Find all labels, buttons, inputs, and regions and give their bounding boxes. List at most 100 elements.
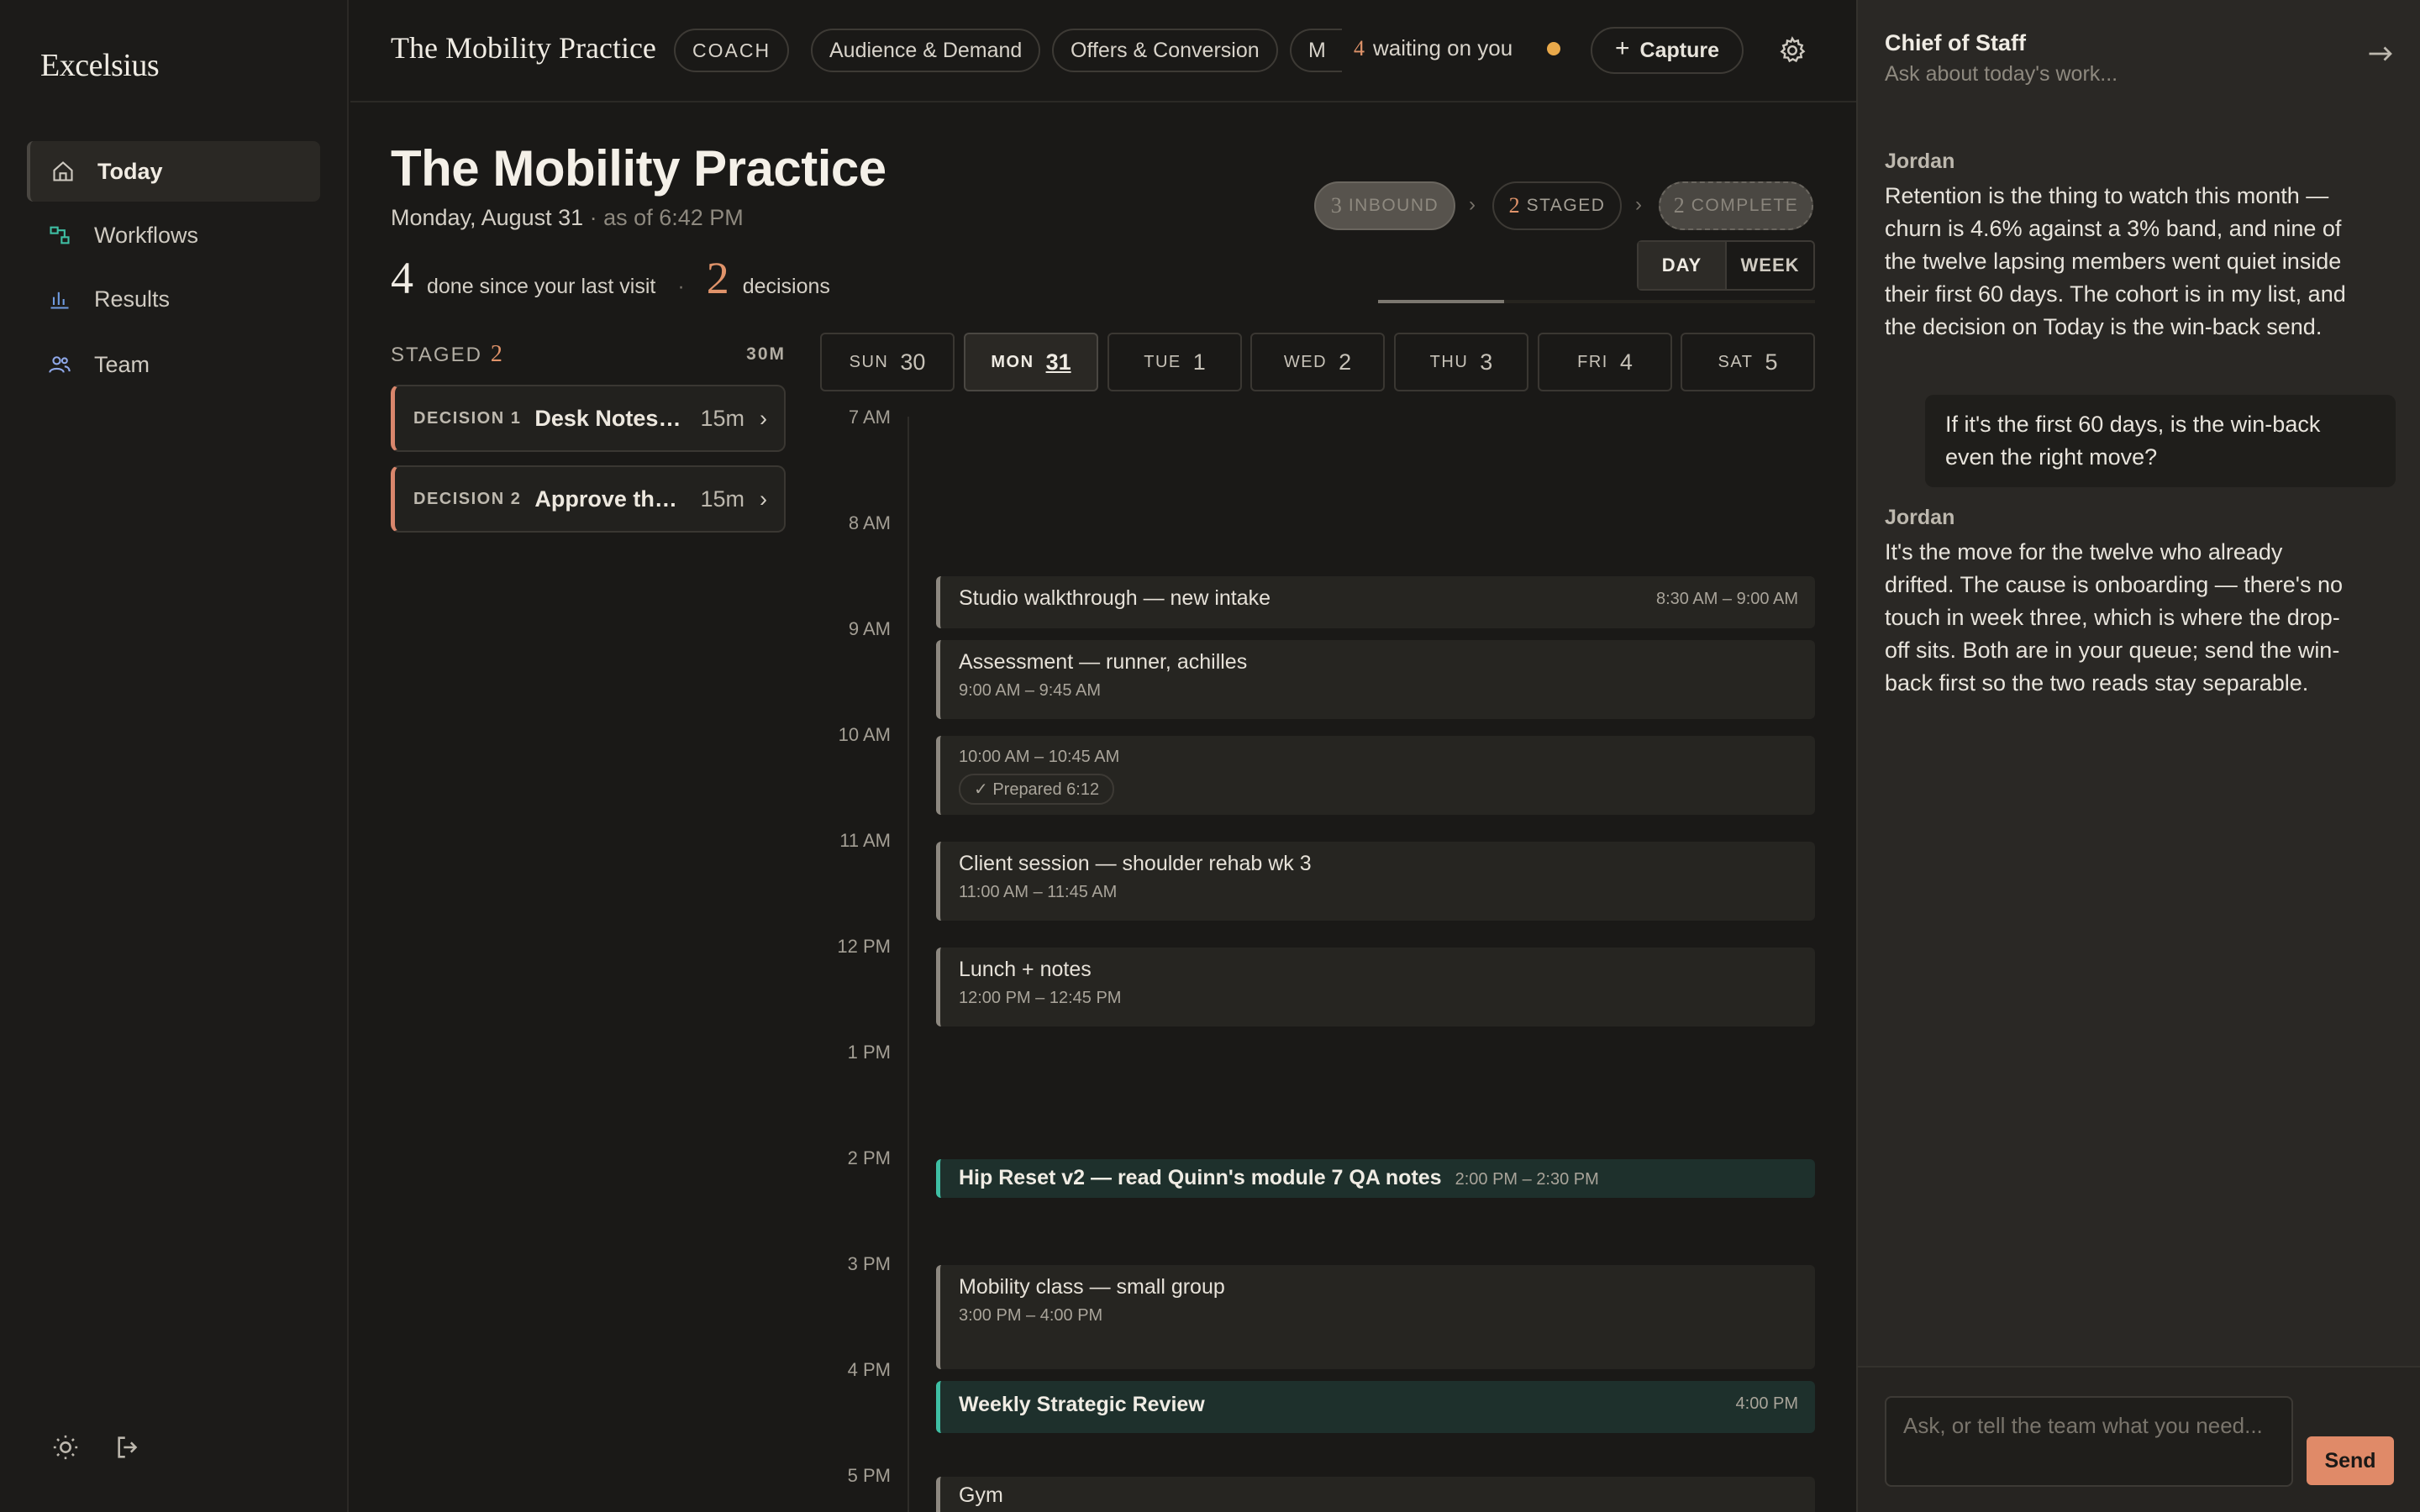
day-thu[interactable]: THU 3 — [1394, 333, 1528, 391]
day-mon[interactable]: MON 31 — [964, 333, 1098, 391]
time-axis — [908, 417, 909, 1512]
logout-icon[interactable] — [114, 1433, 143, 1462]
calendar-event[interactable]: Assessment — runner, achilles 9:00 AM – … — [936, 640, 1815, 719]
send-button[interactable]: Send — [2307, 1436, 2394, 1485]
hour-label: 3 PM — [847, 1253, 891, 1274]
day-wed[interactable]: WED 2 — [1250, 333, 1385, 391]
event-title: Lunch + notes — [959, 958, 1092, 981]
sun-icon[interactable] — [51, 1433, 80, 1462]
decision-duration: 15m — [700, 405, 744, 431]
hour-label: 4 PM — [847, 1359, 891, 1380]
sidebar-item-team[interactable]: Team — [27, 334, 320, 395]
event-time: 4:00 PM — [1735, 1394, 1798, 1413]
status-dot — [1547, 42, 1560, 55]
progress-fill — [1378, 300, 1504, 303]
gear-icon[interactable] — [1777, 35, 1807, 66]
staged-total: 30M — [746, 344, 786, 364]
hour-label: 8 AM — [848, 512, 891, 533]
decision-name: Desk Notes s... — [534, 405, 686, 431]
decision-duration: 15m — [700, 486, 744, 512]
done-label: done since your last visit — [427, 275, 656, 298]
tab-audience-demand[interactable]: Audience & Demand — [811, 29, 1041, 72]
decisions-count: 2 — [706, 253, 729, 303]
day-sun[interactable]: SUN 30 — [820, 333, 955, 391]
chat-composer: Ask, or tell the team what you need... S… — [1858, 1366, 2420, 1512]
assistant-message: Retention is the thing to watch this mon… — [1885, 183, 2346, 339]
event-time: 9:00 AM – 9:45 AM — [959, 681, 1101, 700]
workflow-icon — [47, 223, 72, 248]
pipeline-inbound[interactable]: 3 INBOUND — [1314, 181, 1455, 230]
chat-input[interactable]: Ask, or tell the team what you need... — [1885, 1396, 2293, 1487]
tab-overflow[interactable]: M — [1290, 29, 1342, 72]
day-tue[interactable]: TUE 1 — [1107, 333, 1242, 391]
decision-label: DECISION 2 — [413, 489, 522, 508]
tab-offers-conversion[interactable]: Offers & Conversion — [1052, 29, 1278, 72]
event-title: Gym — [959, 1483, 1003, 1507]
progress-bar — [1378, 300, 1815, 303]
sidebar-item-workflows[interactable]: Workflows — [27, 205, 320, 265]
hour-label: 11 AM — [839, 830, 891, 851]
pipeline-count: 2 — [1508, 193, 1520, 218]
workspace-name: The Mobility Practice — [391, 31, 656, 65]
event-title: Hip Reset v2 — read Quinn's module 7 QA … — [959, 1166, 1442, 1189]
chevron-right-icon: › — [1469, 193, 1476, 216]
chat-subtitle: Ask about today's work... — [1885, 62, 2118, 86]
calendar-event[interactable]: Lunch + notes 12:00 PM – 12:45 PM — [936, 948, 1815, 1026]
day-of-week: FRI — [1577, 352, 1608, 371]
home-icon — [50, 159, 76, 184]
decision-card-2[interactable]: DECISION 2 Approve the ... 15m › — [391, 465, 786, 533]
calendar-event[interactable]: Hip Reset v2 — read Quinn's module 7 QA … — [936, 1159, 1815, 1198]
day-number: 31 — [1045, 349, 1071, 375]
done-count: 4 — [391, 253, 413, 303]
message-author: Jordan — [1885, 506, 1955, 529]
event-title: Weekly Strategic Review — [959, 1393, 1205, 1416]
users-icon — [47, 352, 72, 377]
week-view-button[interactable]: WEEK — [1727, 242, 1813, 289]
sidebar-item-results[interactable]: Results — [27, 269, 320, 329]
day-fri[interactable]: FRI 4 — [1538, 333, 1672, 391]
waiting-indicator[interactable]: 4 waiting on you — [1354, 35, 1512, 61]
chevron-right-icon: › — [760, 405, 767, 431]
sidebar: Excelsius Today Workflows Results Team — [0, 0, 349, 1512]
tab-coach[interactable]: COACH — [674, 29, 790, 72]
chat-panel: Chief of Staff Ask about today's work...… — [1856, 0, 2420, 1512]
top-bar: The Mobility Practice COACH Audience & D… — [350, 0, 1856, 102]
day-of-week: THU — [1429, 352, 1469, 371]
day-number: 1 — [1192, 349, 1206, 375]
summary-stats: 4 done since your last visit · 2 decisio… — [391, 252, 830, 304]
event-title: Mobility class — small group — [959, 1275, 1225, 1299]
sidebar-item-label: Today — [97, 158, 163, 184]
user-message: If it's the first 60 days, is the win-ba… — [1925, 395, 2396, 487]
calendar-event[interactable]: Gym — [936, 1477, 1815, 1512]
calendar-event[interactable]: Client session — shoulder rehab wk 3 11:… — [936, 842, 1815, 921]
pipeline-count: 2 — [1673, 193, 1685, 218]
day-view-button[interactable]: DAY — [1639, 242, 1727, 289]
day-sat[interactable]: SAT 5 — [1681, 333, 1815, 391]
calendar-event[interactable]: Mobility class — small group 3:00 PM – 4… — [936, 1265, 1815, 1369]
pipeline-staged[interactable]: 2 STAGED — [1492, 181, 1622, 230]
message-author: Jordan — [1885, 150, 1955, 173]
plus-icon: + — [1615, 34, 1630, 62]
calendar-event[interactable]: Weekly Strategic Review 4:00 PM — [936, 1381, 1815, 1433]
view-toggle: DAY WEEK — [1637, 240, 1815, 291]
day-of-week: SAT — [1718, 352, 1754, 371]
staged-header: STAGED 2 30M — [391, 341, 786, 368]
arrow-right-icon[interactable] — [2365, 39, 2396, 69]
pipeline-complete[interactable]: 2 COMPLETE — [1659, 181, 1813, 230]
staged-label: STAGED — [391, 344, 482, 366]
calendar-event[interactable]: 10:00 AM – 10:45 AM ✓ Prepared 6:12 — [936, 736, 1815, 815]
capture-button[interactable]: + Capture — [1591, 27, 1744, 74]
sidebar-item-label: Results — [94, 286, 171, 312]
day-of-week: TUE — [1144, 352, 1181, 371]
decision-name: Approve the ... — [534, 486, 686, 512]
day-of-week: MON — [991, 352, 1034, 371]
hour-label: 10 AM — [838, 724, 891, 745]
decisions-label: decisions — [742, 275, 830, 298]
calendar-event[interactable]: Studio walkthrough — new intake 8:30 AM … — [936, 576, 1815, 628]
pipeline-label: COMPLETE — [1691, 196, 1799, 215]
date-text: Monday, August 31 — [391, 205, 584, 230]
sidebar-item-today[interactable]: Today — [27, 141, 320, 202]
event-time: 2:00 PM – 2:30 PM — [1455, 1170, 1599, 1189]
decision-card-1[interactable]: DECISION 1 Desk Notes s... 15m › — [391, 385, 786, 452]
hour-label: 9 AM — [848, 618, 891, 639]
